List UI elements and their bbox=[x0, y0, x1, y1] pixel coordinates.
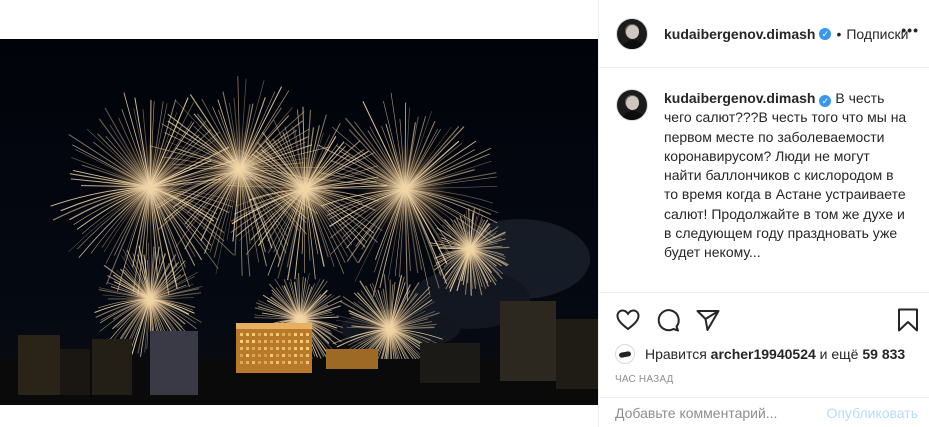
comment-icon[interactable] bbox=[655, 307, 681, 333]
post-header: kudaibergenov.dimash ✓ • Подписки ••• bbox=[599, 0, 929, 68]
comments-section: kudaibergenov.dimash ✓ В честь чего салют… bbox=[599, 68, 929, 293]
heart-icon[interactable] bbox=[615, 307, 641, 333]
comment-input[interactable] bbox=[615, 404, 827, 421]
send-icon[interactable] bbox=[695, 307, 721, 333]
verified-badge-icon: ✓ bbox=[819, 95, 832, 107]
likes-middle: и ещё bbox=[819, 346, 859, 362]
likes-row: Нравится archer19940524 и ещё 59 833 bbox=[599, 343, 929, 365]
caption-text: В честь чего салют???В честь того что мы… bbox=[664, 90, 907, 261]
post-sidebar: kudaibergenov.dimash ✓ • Подписки ••• ku… bbox=[598, 0, 929, 427]
more-options-icon[interactable]: ••• bbox=[901, 22, 919, 38]
caption-avatar[interactable] bbox=[616, 89, 648, 121]
caption: kudaibergenov.dimash ✓ В честь чего салют… bbox=[664, 89, 910, 292]
liker-username[interactable]: archer19940524 bbox=[711, 346, 816, 362]
likes-count[interactable]: 59 833 bbox=[862, 346, 905, 362]
post-timestamp[interactable]: ЧАС НАЗАД bbox=[599, 374, 929, 385]
avatar[interactable] bbox=[616, 17, 648, 50]
follow-button[interactable]: Подписки bbox=[846, 26, 908, 42]
add-comment-bar: Опубликовать bbox=[599, 397, 929, 427]
liker-avatar[interactable] bbox=[615, 344, 635, 364]
publish-button[interactable]: Опубликовать bbox=[826, 405, 918, 421]
likes-prefix: Нравится bbox=[645, 346, 707, 362]
verified-badge-icon: ✓ bbox=[819, 27, 832, 40]
action-bar bbox=[599, 293, 929, 343]
caption-username[interactable]: kudaibergenov.dimash bbox=[664, 90, 815, 106]
separator-dot: • bbox=[836, 25, 842, 42]
fireworks-image bbox=[0, 39, 598, 405]
post-photo[interactable] bbox=[0, 0, 598, 427]
author-username[interactable]: kudaibergenov.dimash bbox=[664, 26, 815, 42]
bookmark-icon[interactable] bbox=[895, 307, 921, 333]
